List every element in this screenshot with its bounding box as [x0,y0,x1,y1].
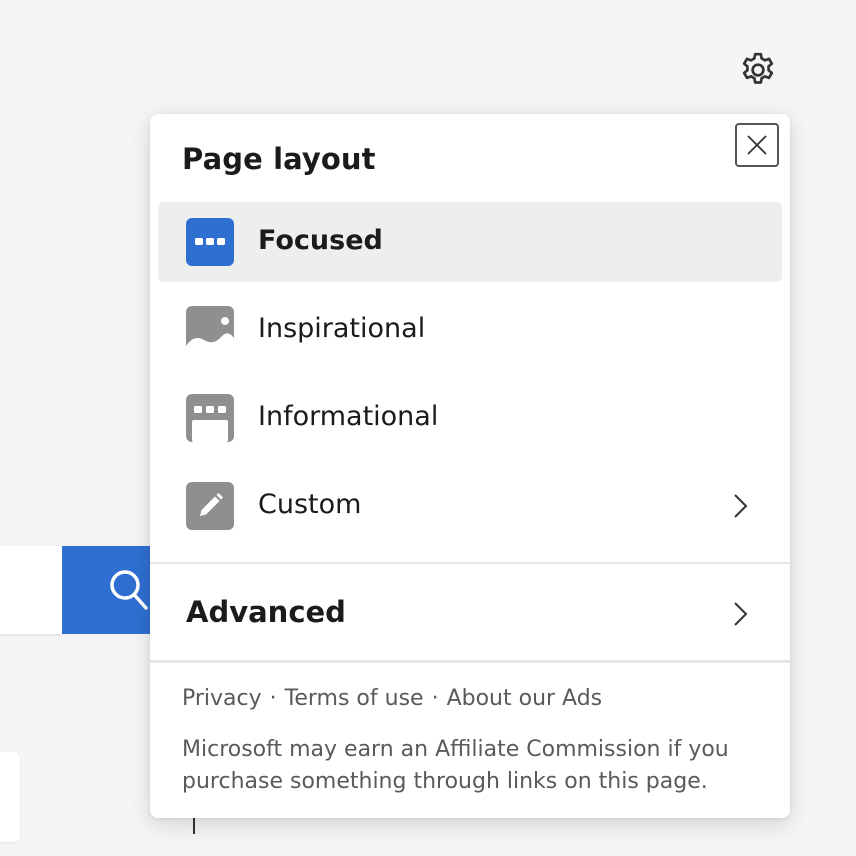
layout-option-label: Informational [258,401,439,432]
close-button[interactable] [735,123,779,167]
privacy-link[interactable]: Privacy [182,686,262,711]
terms-of-use-link[interactable]: Terms of use [285,686,424,711]
pencil-icon [186,482,234,530]
text-cursor [193,818,195,834]
informational-layout-icon [186,394,234,442]
search-button[interactable] [62,546,162,634]
layout-option-informational[interactable]: Informational [158,378,782,458]
settings-button[interactable] [734,46,782,94]
advanced-label: Advanced [186,595,346,629]
focused-layout-icon [186,218,234,266]
link-separator: · [431,686,439,711]
flyout-title: Page layout [182,142,376,176]
search-icon [110,570,148,610]
about-ads-link[interactable]: About our Ads [447,686,603,711]
advanced-settings-row[interactable]: Advanced [150,566,790,658]
background-card [0,752,20,842]
layout-option-label: Focused [258,225,383,256]
page-layout-flyout: Page layout Focused Inspirational Inform… [150,114,790,818]
chevron-right-icon [734,602,748,626]
chevron-right-icon [734,494,748,518]
close-icon [747,135,767,155]
layout-option-label: Inspirational [258,313,426,344]
section-divider [150,660,790,663]
section-divider [150,562,790,564]
layout-option-inspirational[interactable]: Inspirational [158,290,782,370]
image-layout-icon [186,306,234,354]
search-input[interactable] [0,546,62,634]
page-background: Page layout Focused Inspirational Inform… [0,0,856,856]
affiliate-disclaimer: Microsoft may earn an Affiliate Commissi… [182,737,729,794]
layout-option-label: Custom [258,489,362,520]
layout-option-custom[interactable]: Custom [158,466,782,546]
gear-icon [742,52,774,84]
layout-options-list: Focused Inspirational Informational Cust… [158,202,782,554]
link-separator: · [269,686,277,711]
layout-option-focused[interactable]: Focused [158,202,782,282]
footer-links: Privacy · Terms of use · About our Ads [182,684,602,714]
